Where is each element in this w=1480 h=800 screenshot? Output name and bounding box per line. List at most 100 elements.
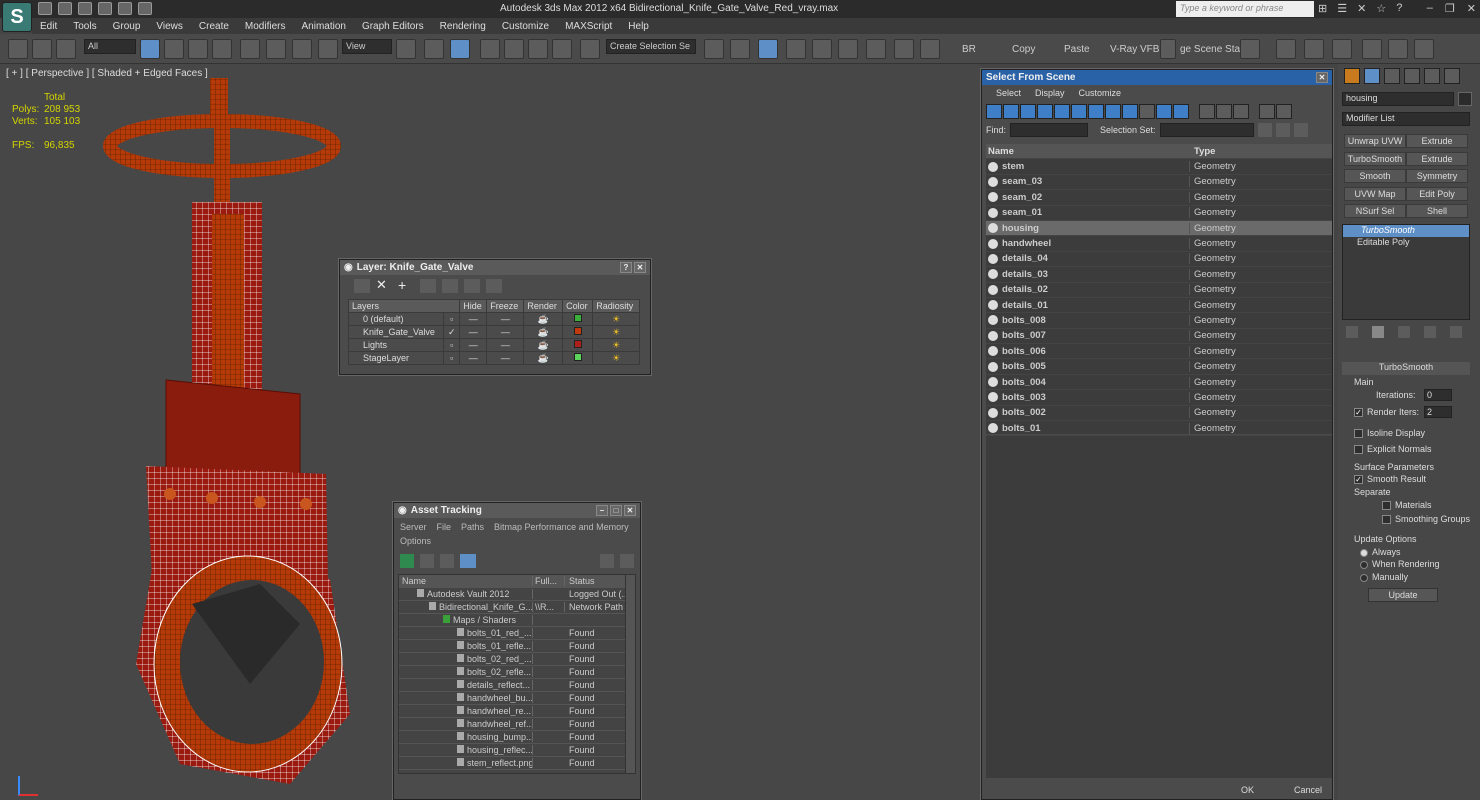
selection-set-dropdown[interactable] [1159,123,1254,137]
display-tab-icon[interactable] [1424,68,1440,84]
mirror-icon[interactable] [704,39,724,59]
select-manipulate-icon[interactable] [424,39,444,59]
grid-view-icon[interactable] [460,554,476,568]
stack-item-turbosmooth[interactable]: TurboSmooth [1343,225,1469,237]
percent-snap-icon[interactable] [528,39,548,59]
select-rotate-icon[interactable] [266,39,286,59]
select-scale-icon[interactable] [292,39,312,59]
custom-tool-3-icon[interactable] [1332,39,1352,59]
list-view-icon[interactable] [420,554,434,568]
br-button[interactable]: BR [962,44,976,55]
layer-name[interactable]: StageLayer [363,353,409,363]
freeze-toggle[interactable]: — [501,353,510,363]
scene-object-row[interactable]: details_03 Geometry [986,267,1332,283]
asset-row[interactable]: housing_bump... Found [399,731,635,744]
uniform-scale-icon[interactable] [318,39,338,59]
reference-coordinate-dropdown[interactable]: View [342,39,392,54]
scene-object-row[interactable]: seam_02 Geometry [986,190,1332,206]
current-layer-icon[interactable]: ▫ [450,314,453,324]
scene-object-row[interactable]: details_01 Geometry [986,298,1332,314]
menu-maxscript[interactable]: MAXScript [557,21,620,32]
radiosity-icon[interactable]: ☀ [612,353,620,363]
undo-icon[interactable] [98,2,112,15]
table-view-icon[interactable] [440,554,454,568]
close-icon[interactable]: ✕ [624,505,636,516]
freeze-toggle[interactable]: — [501,327,510,337]
current-layer-icon[interactable]: ▫ [450,353,453,363]
radiosity-icon[interactable]: ☀ [612,314,620,324]
close-icon[interactable]: ✕ [1467,2,1476,15]
display-cameras-icon[interactable] [1037,104,1053,119]
display-groups-icon[interactable] [1088,104,1104,119]
custom-tool-6-icon[interactable] [1414,39,1434,59]
configure-sets-icon[interactable] [1450,326,1462,338]
always-radio[interactable] [1360,548,1368,557]
scene-object-row[interactable]: seam_03 Geometry [986,175,1332,191]
smooth-result-checkbox[interactable]: ✓ [1354,475,1363,485]
communication-icon[interactable]: ✕ [1357,2,1366,15]
graphite-ribbon-icon[interactable] [786,39,806,59]
make-unique-icon[interactable] [1398,326,1410,338]
layer-name[interactable]: 0 (default) [363,314,404,324]
layer-row[interactable]: Knife_Gate_Valve ✓ — — ☕ ☀ [347,325,640,339]
new-file-icon[interactable] [38,2,52,15]
redo-icon[interactable] [118,2,132,15]
hide-toggle[interactable]: — [469,340,478,350]
scene-object-row[interactable]: bolts_004 Geometry [986,375,1332,391]
find-input[interactable] [1010,123,1089,137]
keyboard-shortcut-override-icon[interactable] [450,39,470,59]
selection-filter-dropdown[interactable]: All [84,39,136,54]
render-teapot-icon[interactable]: ☕ [538,353,549,363]
layer-name[interactable]: Knife_Gate_Valve [363,327,435,337]
remove-modifier-icon[interactable] [1424,326,1436,338]
asset-row[interactable]: bolts_01_refle... Found [399,640,635,653]
highlight-selected-icon[interactable] [442,279,458,293]
display-shapes-icon[interactable] [1003,104,1019,119]
manually-row[interactable]: Manually [1360,572,1408,582]
help-icon[interactable] [600,554,614,568]
scene-object-row[interactable]: stem Geometry [986,159,1332,175]
custom-tool-2-icon[interactable] [1304,39,1324,59]
curve-editor-icon[interactable] [812,39,832,59]
asset-row[interactable]: Maps / Shaders [399,614,635,627]
modifier-button-shell[interactable]: Shell [1406,204,1468,218]
material-editor-icon[interactable] [866,39,886,59]
asset-row[interactable]: stem_reflect.png Found [399,757,635,770]
angle-snap-icon[interactable] [504,39,524,59]
selection-set-tool-2-icon[interactable] [1275,123,1290,137]
select-highlighted-icon[interactable] [420,279,436,293]
binoculars-icon[interactable]: ⊞ [1318,2,1327,15]
freeze-all-icon[interactable] [486,279,502,293]
hide-toggle[interactable]: — [469,353,478,363]
menu-create[interactable]: Create [191,21,237,32]
scene-object-row[interactable]: bolts_008 Geometry [986,313,1332,329]
scene-object-row[interactable]: details_04 Geometry [986,252,1332,268]
col-name-header[interactable]: Name [986,145,1190,157]
col-status-header[interactable]: Status [565,576,595,586]
modify-tab-icon[interactable] [1364,68,1380,84]
asset-row[interactable]: Autodesk Vault 2012 Logged Out (... [399,588,635,601]
asset-tracking-titlebar[interactable]: ◉ Asset Tracking – □ ✕ [394,503,640,518]
smooth-result-row[interactable]: ✓ Smooth Result [1354,474,1426,485]
render-teapot-icon[interactable]: ☕ [538,314,549,324]
vray-vfb-button[interactable]: V-Ray VFB [1110,44,1159,55]
display-invert-icon[interactable] [1233,104,1249,119]
add-to-layer-icon[interactable]: + [398,278,414,293]
isoline-display-row[interactable]: Isoline Display [1354,428,1425,439]
render-teapot-icon[interactable]: ☕ [538,340,549,350]
motion-tab-icon[interactable] [1404,68,1420,84]
hide-toggle[interactable]: — [469,314,478,324]
display-frozen-icon[interactable] [1156,104,1172,119]
menu-rendering[interactable]: Rendering [432,21,494,32]
link-icon[interactable] [8,39,28,59]
modifier-button-unwrap-uvw[interactable]: Unwrap UVW [1344,134,1406,148]
scene-object-row[interactable]: seam_01 Geometry [986,206,1332,221]
hide-toggle[interactable]: — [469,327,478,337]
when-rendering-row[interactable]: When Rendering [1360,559,1440,569]
layer-color-swatch[interactable] [573,340,582,348]
menu-edit[interactable]: Edit [32,21,65,32]
named-selection-set-dropdown[interactable]: Create Selection Se [606,39,696,54]
close-icon[interactable]: ✕ [634,262,646,273]
sfs-menu-select[interactable]: Select [996,88,1021,98]
sfs-menu-customize[interactable]: Customize [1079,88,1122,98]
